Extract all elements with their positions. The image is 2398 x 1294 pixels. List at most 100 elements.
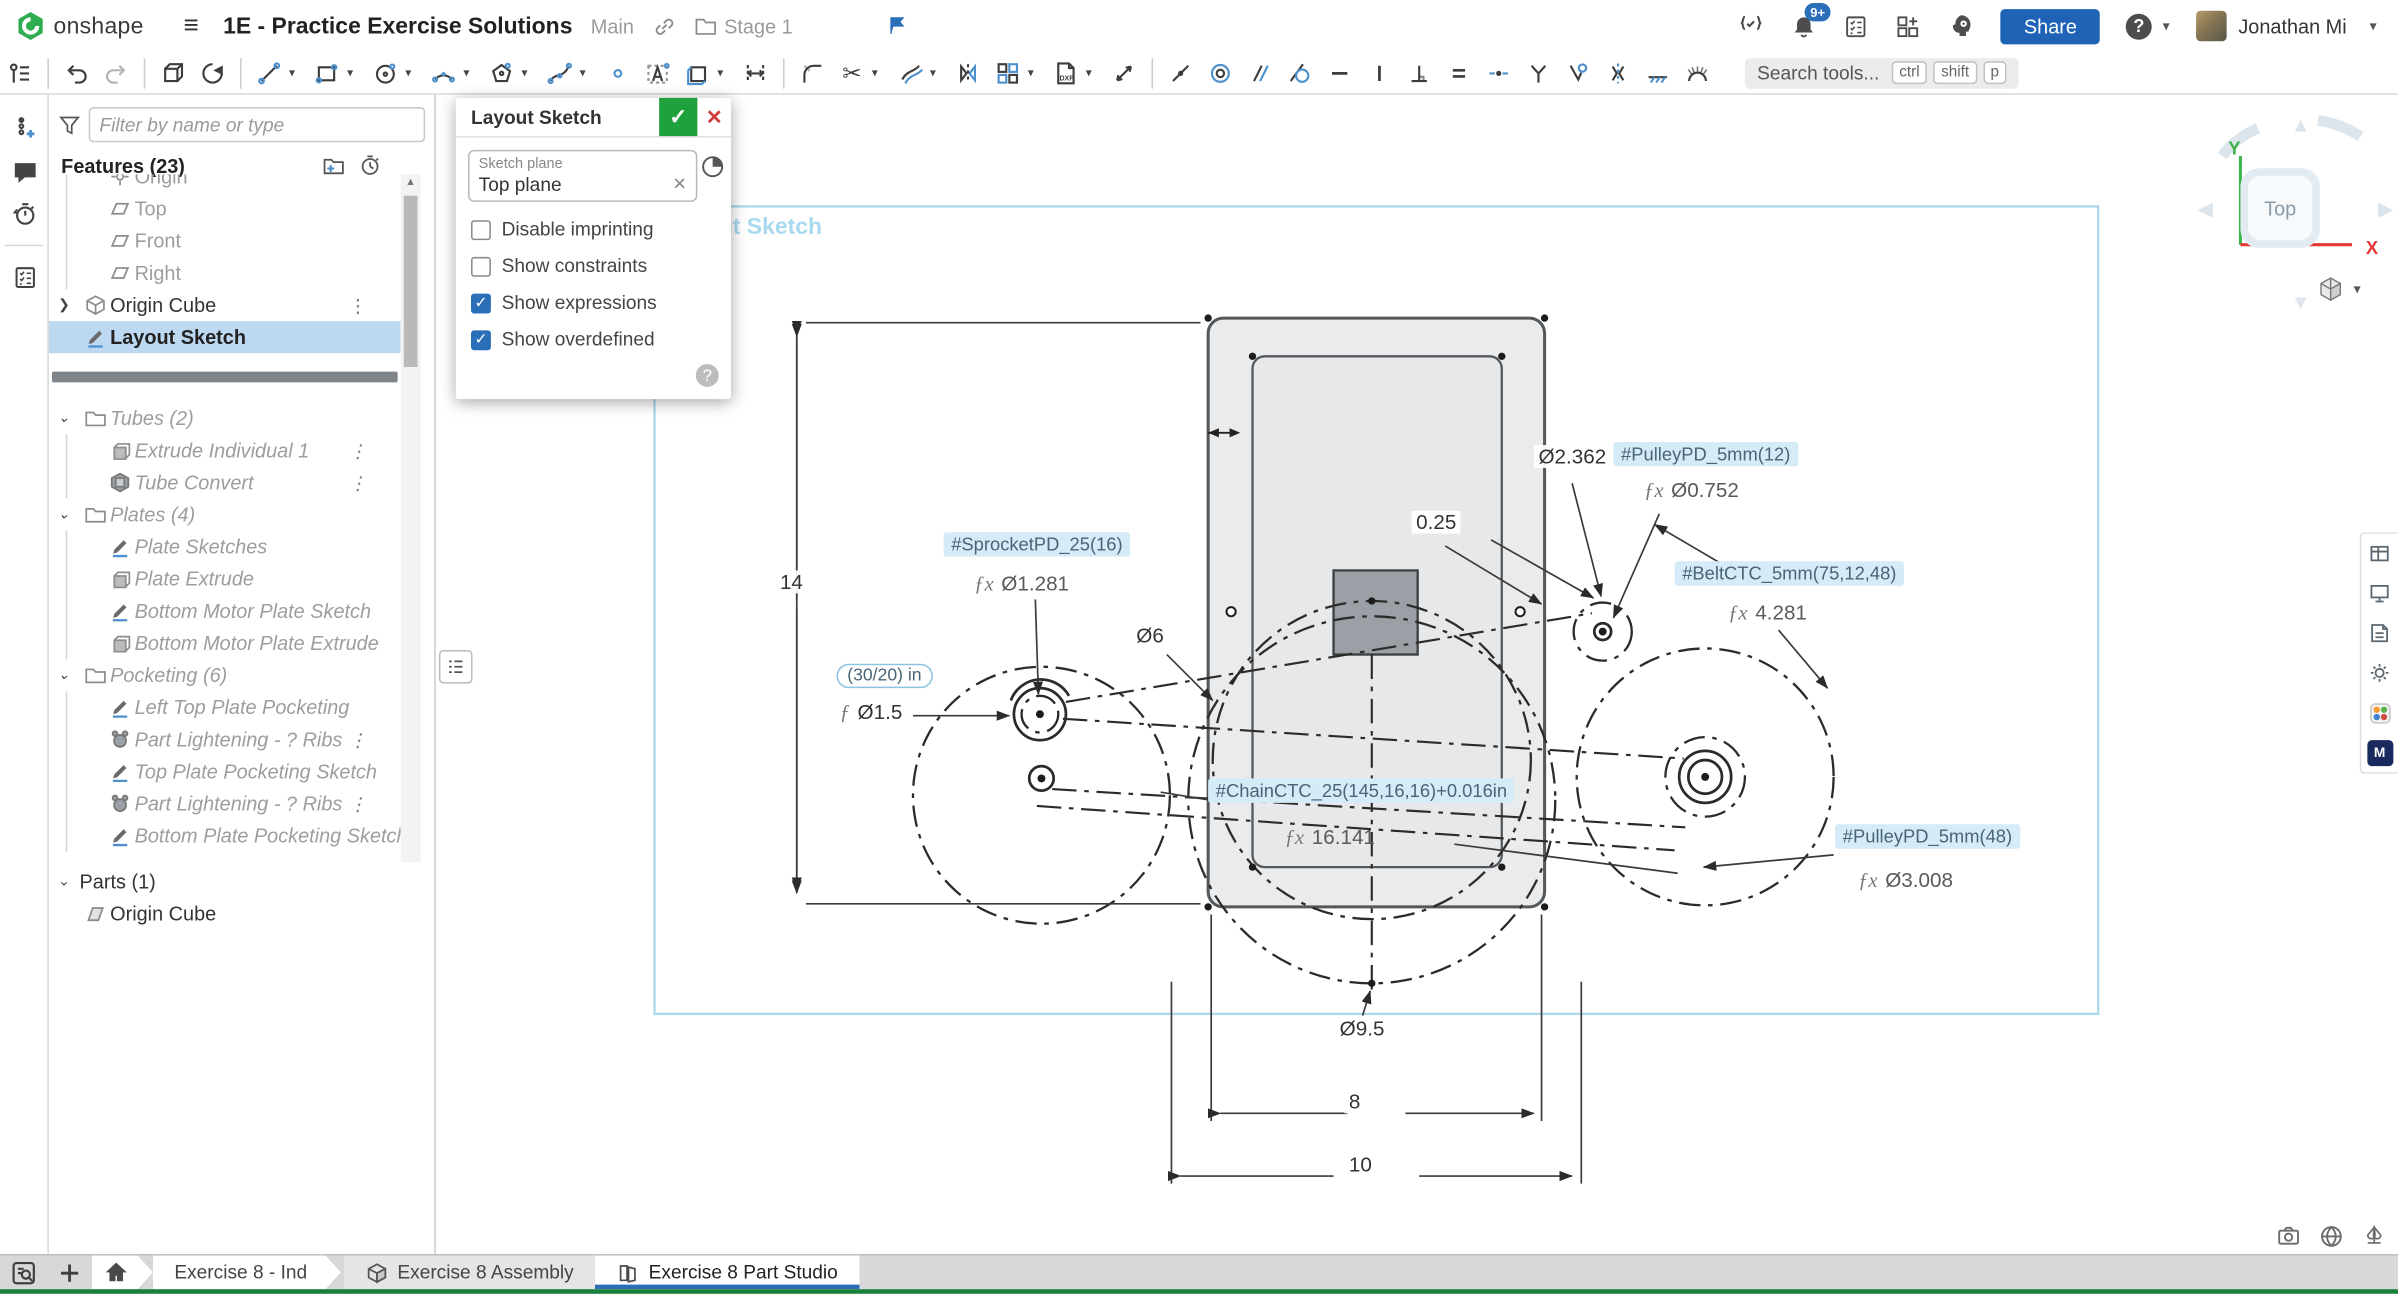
feature-tree-item[interactable]: Part Lightening - ? Ribs⋮: [49, 723, 401, 755]
concentric-constraint-icon[interactable]: [1201, 54, 1241, 91]
bom-table-icon[interactable]: [2361, 534, 2398, 574]
arc-tool-icon[interactable]: [424, 54, 464, 91]
clear-selection-icon[interactable]: ✕: [673, 174, 687, 194]
fx-chain-value[interactable]: ƒx16.141: [1285, 826, 1375, 850]
label-pulley12-pd[interactable]: #PulleyPD_5mm(12): [1613, 442, 1798, 466]
feature-tree-item[interactable]: ⌄Plates (4): [49, 499, 401, 531]
horizontal-constraint-icon[interactable]: [1320, 54, 1360, 91]
feature-tree-item[interactable]: ❯Origin Cube⋮: [49, 289, 401, 321]
spline-tool-icon-dropdown[interactable]: ▾: [580, 66, 598, 80]
view-cube-face[interactable]: Top: [2240, 168, 2320, 248]
hamburger-menu-icon[interactable]: ≡: [183, 11, 198, 42]
dialog-accept-button[interactable]: ✓: [659, 98, 697, 136]
sketch-plane-field[interactable]: Sketch plane Top plane ✕: [468, 150, 697, 202]
fix-constraint-icon[interactable]: [1638, 54, 1678, 91]
pattern-tool-icon[interactable]: [988, 54, 1028, 91]
parallel-constraint-icon[interactable]: [1240, 54, 1280, 91]
feature-tree-item[interactable]: Bottom Motor Plate Sketch: [49, 595, 401, 627]
rectangle-tool-icon[interactable]: [307, 54, 347, 91]
feature-tree-item[interactable]: Origin: [49, 174, 401, 192]
view-options-button[interactable]: ▾: [2317, 275, 2361, 303]
feature-tree-item[interactable]: Top Plate Pocketing Sketch: [49, 755, 401, 787]
tab-exercise-8-part-studio[interactable]: Exercise 8 Part Studio: [595, 1256, 859, 1290]
fx-sprocket-value[interactable]: ƒxØ1.281: [974, 572, 1069, 596]
dialog-cancel-button[interactable]: ✕: [697, 98, 731, 136]
checkbox-box[interactable]: [471, 219, 491, 239]
sketch-flyout-button[interactable]: [439, 650, 473, 684]
label-chain-ctc[interactable]: #ChainCTC_25(145,16,16)+0.016in: [1208, 778, 1515, 802]
share-button[interactable]: Share: [2001, 8, 2100, 43]
feature-menu-dots-icon[interactable]: ⋮: [349, 793, 367, 814]
line-tool-icon-dropdown[interactable]: ▾: [289, 66, 307, 80]
pierce-constraint-icon[interactable]: [1558, 54, 1598, 91]
comments-icon[interactable]: [0, 150, 49, 193]
tree-chevron-icon[interactable]: ⌄: [58, 873, 79, 890]
versions-history-icon[interactable]: [0, 193, 49, 236]
tasks-icon[interactable]: [1843, 13, 1869, 39]
trim-tool-icon-dropdown[interactable]: ▾: [872, 66, 890, 80]
tree-chevron-icon[interactable]: ❯: [58, 297, 79, 314]
filter-icon[interactable]: [58, 113, 81, 136]
insert-feature-icon[interactable]: [0, 107, 49, 150]
feature-tree-item[interactable]: ⌄Pocketing (6): [49, 659, 401, 691]
feature-tree-item[interactable]: Right: [49, 257, 401, 289]
follow-flag-icon[interactable]: [888, 15, 909, 36]
feature-list-toggle-icon[interactable]: [0, 54, 40, 91]
feature-tree-item[interactable]: Part Lightening - ? Ribs⋮: [49, 788, 401, 820]
home-tab-button[interactable]: [92, 1256, 153, 1290]
mass-properties-scale-icon[interactable]: [2361, 1223, 2387, 1254]
paste-sketch-icon[interactable]: [153, 54, 193, 91]
checkbox-disable-imprinting[interactable]: Disable imprinting: [456, 211, 731, 248]
checkbox-show-constraints[interactable]: Show constraints: [456, 248, 731, 285]
measure-icon[interactable]: [1104, 54, 1144, 91]
render-studio-app-icon[interactable]: [2361, 693, 2398, 733]
dim-dia95[interactable]: Ø9.5: [1335, 1017, 1389, 1040]
checkbox-box[interactable]: ✓: [471, 330, 491, 350]
text-tool-icon[interactable]: [638, 54, 678, 91]
feature-menu-dots-icon[interactable]: ⋮: [349, 294, 367, 315]
feature-menu-dots-icon[interactable]: ⋮: [349, 729, 367, 750]
fillet-tool-icon[interactable]: [792, 54, 832, 91]
fx-pulley48-value[interactable]: ƒxØ3.008: [1858, 869, 1953, 893]
tangent-constraint-icon[interactable]: [1280, 54, 1320, 91]
checkbox-box[interactable]: ✓: [471, 293, 491, 313]
feature-tree-item[interactable]: Bottom Plate Pocketing Sketch: [49, 820, 401, 852]
feature-tree-item[interactable]: Extrude Individual 1⋮: [49, 434, 401, 466]
feature-tree-item[interactable]: Bottom Motor Plate Extrude: [49, 627, 401, 659]
dim-10[interactable]: 10: [1344, 1153, 1376, 1176]
label-ratio[interactable]: (30/20) in: [837, 664, 933, 688]
learning-center-icon[interactable]: [1947, 12, 1975, 40]
user-menu-caret-icon[interactable]: ▾: [2370, 18, 2377, 35]
new-tab-button[interactable]: [46, 1256, 92, 1290]
offset-tool-icon[interactable]: [890, 54, 930, 91]
spline-tool-icon[interactable]: [540, 54, 580, 91]
pattern-tool-icon-dropdown[interactable]: ▾: [1028, 66, 1046, 80]
mkcad-app-icon[interactable]: M: [2361, 733, 2398, 773]
tree-chevron-icon[interactable]: ⌄: [58, 506, 79, 523]
scrollbar-thumb[interactable]: [404, 196, 418, 367]
fx-pulley12-value[interactable]: ƒxØ0.752: [1644, 479, 1739, 503]
symmetric-constraint-icon[interactable]: [1598, 54, 1638, 91]
workspace-name[interactable]: Stage 1: [724, 15, 793, 38]
configurations-icon[interactable]: [2361, 653, 2398, 693]
custom-tables-icon[interactable]: [0, 255, 49, 298]
dimension-tool-icon[interactable]: [736, 54, 776, 91]
search-tabs-icon[interactable]: [0, 1256, 46, 1290]
dim-pulley12-dia[interactable]: Ø2.362: [1534, 445, 1611, 468]
snapshot-icon[interactable]: [2276, 1223, 2302, 1254]
label-belt-ctc[interactable]: #BeltCTC_5mm(75,12,48): [1675, 561, 1904, 585]
dim-14[interactable]: 14: [775, 570, 807, 593]
link-icon[interactable]: [652, 15, 675, 38]
feature-tree-item[interactable]: Origin Cube: [49, 898, 436, 930]
sketch-timer-icon[interactable]: [700, 154, 724, 178]
use-convert-tool-icon[interactable]: [677, 54, 717, 91]
vertical-constraint-icon[interactable]: [1360, 54, 1400, 91]
feature-menu-dots-icon[interactable]: ⋮: [349, 440, 367, 461]
label-sprocket-pd[interactable]: #SprocketPD_25(16): [944, 532, 1131, 556]
polygon-tool-icon-dropdown[interactable]: ▾: [521, 66, 539, 80]
rollback-bar[interactable]: [52, 372, 398, 383]
coincident-constraint-icon[interactable]: [1161, 54, 1201, 91]
circle-tool-icon-dropdown[interactable]: ▾: [405, 66, 423, 80]
globe-units-icon[interactable]: [2318, 1223, 2344, 1254]
normal-constraint-icon[interactable]: [1519, 54, 1559, 91]
